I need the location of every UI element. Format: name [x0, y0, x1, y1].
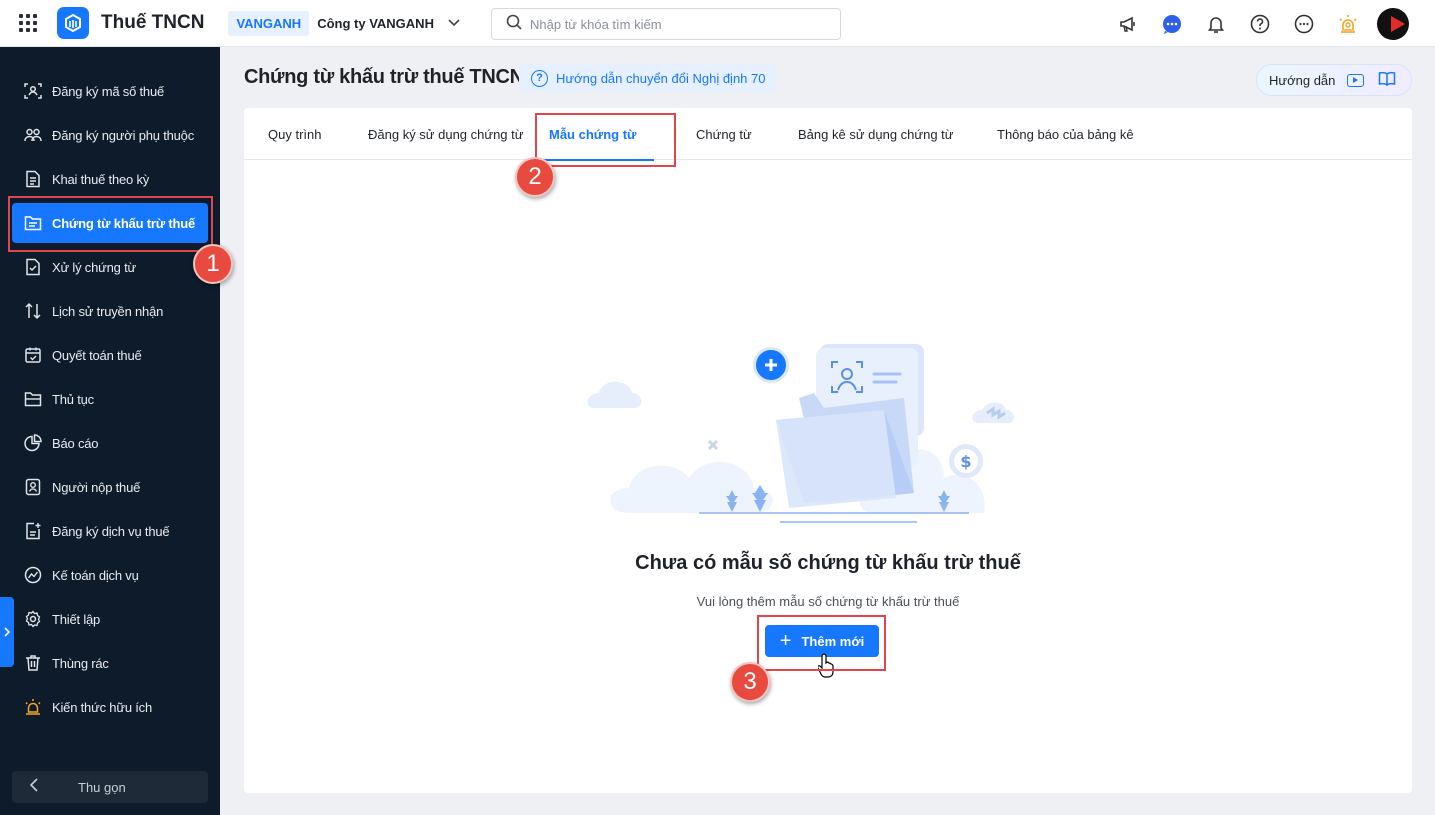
step-badge-2: 2 [515, 157, 555, 197]
chevron-left-icon [29, 777, 38, 797]
sidebar: Đăng ký mã số thuế Đăng ký người phụ thu… [0, 47, 220, 815]
tab-dang-ky-su-dung-chung-tu[interactable]: Đăng ký sử dụng chứng từ [368, 108, 523, 160]
question-icon: ? [531, 69, 548, 87]
sidebar-item-dang-ky-ma-so-thue[interactable]: Đăng ký mã số thuế [12, 71, 208, 111]
app-title: Thuế TNCN [101, 12, 205, 33]
help-button[interactable]: Hướng dẫn [1256, 64, 1412, 96]
tab-bar: Quy trình Đăng ký sử dụng chứng từ Mẫu c… [244, 108, 1412, 161]
content-panel: Quy trình Đăng ký sử dụng chứng từ Mẫu c… [244, 108, 1412, 793]
sidebar-item-label: Khai thuế theo kỳ [52, 171, 150, 187]
sidebar-item-thung-rac[interactable]: Thùng rác [12, 643, 208, 683]
company-code-badge[interactable]: VANGANH [228, 10, 310, 36]
highlight-box-tab [535, 113, 676, 167]
collapse-label: Thu gọn [78, 779, 126, 795]
sidebar-item-ke-toan-dich-vu[interactable]: Kế toán dịch vụ [12, 555, 208, 595]
app-logo-icon [57, 7, 89, 39]
video-icon[interactable] [1347, 73, 1365, 87]
highlight-box-sidebar [8, 196, 213, 252]
megaphone-icon[interactable] [1113, 9, 1143, 39]
sidebar-item-label: Quyết toán thuế [52, 347, 142, 363]
chart-circle-icon [24, 566, 42, 584]
svg-text:$: $ [960, 452, 971, 471]
empty-folder-illustration: $ [587, 344, 1014, 523]
company-name[interactable]: Công ty VANGANH [317, 16, 434, 31]
doc-check-icon [24, 258, 42, 276]
search-input[interactable] [530, 16, 820, 32]
empty-state-title: Chưa có mẫu số chứng từ khấu trừ thuế [635, 552, 1021, 574]
bell-icon[interactable] [1201, 9, 1231, 39]
guide-link-label: Hướng dẫn chuyển đổi Nghị định 70 [556, 70, 766, 86]
sidebar-item-lich-su-truyen-nhan[interactable]: Lịch sử truyền nhận [12, 291, 208, 331]
help-circle-icon[interactable] [1245, 9, 1275, 39]
app-grid-icon[interactable] [19, 14, 37, 32]
conversion-guide-link[interactable]: ? Hướng dẫn chuyển đổi Nghị định 70 [519, 64, 778, 92]
avatar[interactable] [1377, 8, 1409, 40]
tab-bang-ke-su-dung-chung-tu[interactable]: Bảng kê sử dụng chứng từ [798, 108, 953, 160]
bulb-icon [24, 698, 42, 716]
chevron-right-icon [4, 627, 10, 637]
search-icon [506, 14, 522, 35]
sidebar-item-khai-thue-theo-ky[interactable]: Khai thuế theo kỳ [12, 159, 208, 199]
calendar-check-icon [24, 346, 42, 364]
sidebar-item-kien-thuc-huu-ich[interactable]: Kiến thức hữu ích [12, 687, 208, 727]
document-icon [24, 170, 42, 188]
sidebar-item-label: Báo cáo [52, 435, 99, 451]
sidebar-collapse-button[interactable]: Thu gọn [12, 771, 208, 803]
scan-user-icon [24, 82, 42, 100]
pie-chart-icon [24, 434, 42, 452]
book-icon[interactable] [1378, 71, 1396, 89]
trash-icon [24, 654, 42, 672]
top-actions [1113, 8, 1409, 40]
sidebar-item-label: Thùng rác [52, 655, 109, 671]
tab-chung-tu[interactable]: Chứng từ [696, 108, 752, 160]
sidebar-item-thu-tuc[interactable]: Thủ tục [12, 379, 208, 419]
tab-quy-trinh[interactable]: Quy trình [268, 108, 321, 160]
sidebar-item-label: Người nộp thuế [52, 479, 141, 495]
more-icon[interactable] [1289, 9, 1319, 39]
page-title: Chứng từ khấu trừ thuế TNCN [244, 66, 524, 88]
tab-thong-bao-cua-bang-ke[interactable]: Thông báo của bảng kê [997, 108, 1134, 160]
sidebar-item-nguoi-nop-thue[interactable]: Người nộp thuế [12, 467, 208, 507]
bulb-icon[interactable] [1333, 9, 1363, 39]
chat-icon[interactable] [1157, 9, 1187, 39]
sidebar-item-thiet-lap[interactable]: Thiết lập [12, 599, 208, 639]
sidebar-item-dang-ky-dich-vu-thue[interactable]: Đăng ký dịch vụ thuế [12, 511, 208, 551]
sidebar-item-label: Thiết lập [52, 611, 101, 627]
user-card-icon [24, 478, 42, 496]
sidebar-item-bao-cao[interactable]: Báo cáo [12, 423, 208, 463]
sidebar-item-quyet-toan-thue[interactable]: Quyết toán thuế [12, 335, 208, 375]
sidebar-item-label: Kiến thức hữu ích [52, 699, 153, 715]
sidebar-item-label: Lịch sử truyền nhận [52, 303, 164, 319]
sidebar-expand-handle[interactable] [0, 597, 14, 667]
doc-plus-icon [24, 522, 42, 540]
people-icon [24, 126, 42, 144]
transfer-icon [24, 302, 42, 320]
step-badge-3: 3 [730, 662, 770, 702]
chevron-down-icon[interactable] [448, 16, 460, 30]
gear-icon [24, 610, 42, 628]
sidebar-item-label: Đăng ký mã số thuế [52, 83, 165, 99]
sidebar-item-label: Xử lý chứng từ [52, 259, 137, 275]
help-label: Hướng dẫn [1269, 72, 1336, 88]
sidebar-item-label: Kế toán dịch vụ [52, 567, 139, 583]
empty-state-subtitle: Vui lòng thêm mẫu số chứng từ khấu trừ t… [696, 594, 960, 609]
sidebar-item-label: Đăng ký dịch vụ thuế [52, 523, 170, 539]
sidebar-item-label: Thủ tục [52, 391, 94, 407]
highlight-box-button [757, 615, 886, 671]
search-box[interactable] [491, 8, 841, 40]
sidebar-item-xu-ly-chung-tu[interactable]: Xử lý chứng từ [12, 247, 208, 287]
step-badge-1: 1 [193, 244, 233, 284]
sidebar-item-dang-ky-nguoi-phu-thuoc[interactable]: Đăng ký người phụ thuộc [12, 115, 208, 155]
sidebar-item-label: Đăng ký người phụ thuộc [52, 127, 194, 143]
plus-circle-icon [753, 347, 789, 383]
folder-icon [24, 390, 42, 408]
